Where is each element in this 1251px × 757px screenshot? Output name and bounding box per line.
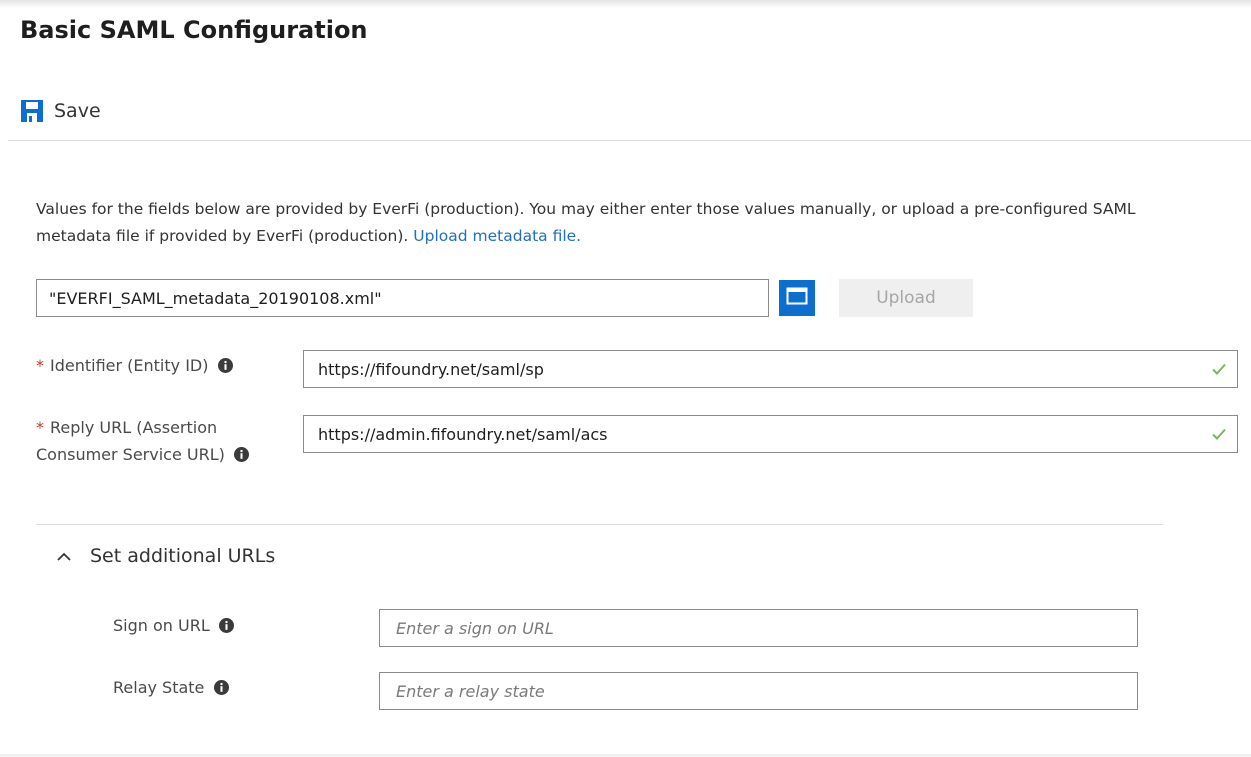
additional-urls-toggle[interactable]: Set additional URLs [56,541,275,571]
save-label: Save [54,100,101,122]
metadata-file-value: "EVERFI_SAML_metadata_20190108.xml" [49,288,382,308]
relay-state-input[interactable]: Enter a relay state [379,672,1138,710]
sign-on-url-label: Sign on URL [113,612,234,641]
reply-url-input[interactable]: https://admin.fifoundry.net/saml/acs [303,415,1238,453]
save-button[interactable]: Save [20,96,101,126]
relay-state-label-text: Relay State [113,678,205,697]
identifier-label: * Identifier (Entity ID) [36,352,233,381]
info-icon[interactable] [217,354,233,381]
reply-url-label: * Reply URL (Assertion Consumer Service U… [36,414,249,470]
checkmark-icon [1211,361,1227,381]
identifier-input[interactable]: https://fifoundry.net/saml/sp [303,350,1238,388]
sign-on-url-input[interactable]: Enter a sign on URL [379,609,1138,647]
description-body: Values for the fields below are provided… [36,200,1136,245]
reply-url-value: https://admin.fifoundry.net/saml/acs [318,424,608,444]
relay-state-label: Relay State [113,674,229,703]
info-icon[interactable] [218,614,234,641]
chevron-up-icon [56,547,72,566]
info-icon[interactable] [233,443,249,470]
upload-metadata-link[interactable]: Upload metadata file. [413,227,581,245]
additional-urls-label: Set additional URLs [90,545,276,567]
folder-icon [786,286,808,310]
required-asterisk: * [36,418,44,437]
identifier-value: https://fifoundry.net/saml/sp [318,359,544,379]
sign-on-url-label-text: Sign on URL [113,616,210,635]
description-text: Values for the fields below are provided… [36,196,1166,250]
identifier-label-text: Identifier (Entity ID) [50,356,209,375]
required-asterisk: * [36,356,44,375]
metadata-file-input[interactable]: "EVERFI_SAML_metadata_20190108.xml" [36,279,769,317]
browse-file-button[interactable] [779,280,815,316]
window-top-shadow [0,0,1251,8]
info-icon[interactable] [213,676,229,703]
reply-url-label-line1: Reply URL (Assertion [50,418,218,437]
page-title: Basic SAML Configuration [20,16,368,44]
checkmark-icon [1211,426,1227,446]
upload-button[interactable]: Upload [839,279,973,317]
toolbar-divider [8,140,1251,141]
save-icon [20,99,44,123]
relay-state-placeholder: Enter a relay state [396,681,545,701]
sign-on-url-placeholder: Enter a sign on URL [396,618,554,638]
section-divider [36,524,1163,525]
reply-url-label-line2: Consumer Service URL) [36,445,225,464]
